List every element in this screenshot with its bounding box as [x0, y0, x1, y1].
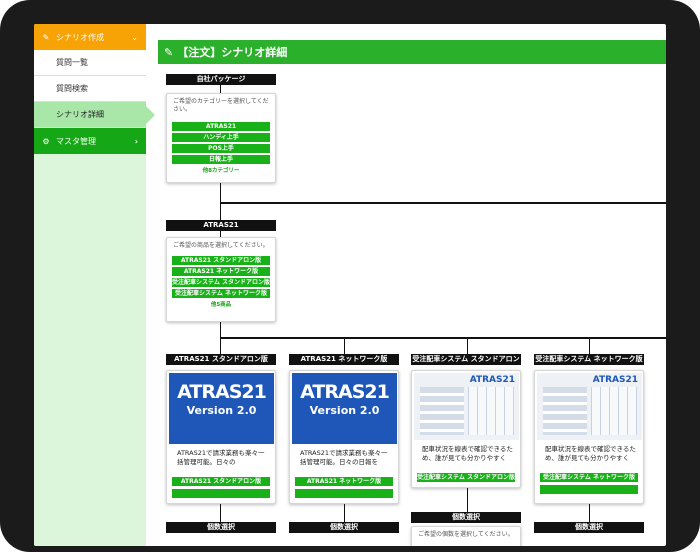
product-select-button[interactable]: ATRAS21 ネットワーク版	[295, 477, 393, 486]
connector-line	[220, 85, 221, 93]
connector-line	[220, 504, 221, 522]
product-description: 配車状況を線表で確認できるため、誰が見ても分かりやすく	[422, 445, 513, 462]
chevron-right-icon: ›	[134, 136, 138, 146]
product-header: 受注配車システム ネットワーク版	[534, 354, 644, 365]
more-products-link[interactable]: 他5商品	[167, 300, 275, 308]
device-frame: ✎ シナリオ作成 ⌄ 質問一覧 質問検索 シナリオ詳細 ⚙ マスタ管理 › ✎	[0, 0, 700, 552]
sidebar-header-scenario-create[interactable]: ✎ シナリオ作成 ⌄	[34, 24, 146, 50]
product-description: ATRAS21で請求業務も楽々一括管理可能。日々の日報を	[300, 449, 388, 466]
level2-header: ATRAS21	[166, 220, 276, 231]
product-option-button[interactable]: 受注配車システム ネットワーク版	[172, 289, 270, 298]
product-card: ATRAS21 配車状況を線表で確認できるため、誰が見ても分かりやすく 受注配車…	[411, 370, 521, 488]
main-content: ✎ 【注文】シナリオ詳細 自社パッケージ ご希望のカテゴリーを選択してください。…	[158, 24, 666, 546]
sidebar-item-question-search[interactable]: 質問検索	[34, 76, 146, 102]
product-header: 受注配車システム スタンドアロン版	[411, 354, 521, 374]
quantity-header: 個数選択	[166, 522, 276, 533]
product-screenshot-image: ATRAS21	[537, 373, 642, 440]
connector-line	[467, 488, 468, 512]
connector-line	[467, 337, 468, 354]
product-option-button[interactable]: ATRAS21 スタンドアロン版	[172, 256, 270, 265]
pencil-icon: ✎	[42, 32, 50, 42]
product-extra-button[interactable]	[295, 489, 393, 498]
quantity-header: 個数選択	[289, 522, 399, 533]
product-extra-button[interactable]	[540, 485, 638, 494]
product-select-button[interactable]: ATRAS21 スタンドアロン版	[172, 477, 270, 486]
product-option-button[interactable]: 受注配車システム スタンドアロン版	[172, 278, 270, 287]
product-image-title: ATRAS21	[469, 375, 515, 385]
page-title-bar: ✎ 【注文】シナリオ詳細	[158, 40, 666, 64]
product-description: ATRAS21で請求業務も楽々一括管理可能。日々の	[177, 449, 265, 466]
product-image-subtitle: Version 2.0	[186, 403, 257, 417]
quantity-card: ご希望の個数を選択してください。	[411, 526, 521, 546]
product-image-title: ATRAS21	[300, 381, 390, 403]
product-card: ATRAS21 配車状況を線表で確認できるため、誰が見ても分かりやすく 受注配車…	[534, 370, 644, 504]
category-prompt: ご希望のカテゴリーを選択してください。	[173, 98, 269, 113]
sidebar-header-label: シナリオ作成	[56, 32, 104, 42]
product-description: 配車状況を線表で確認できるため、誰が見ても分かりやすく	[545, 445, 636, 462]
screenshot-table-graphic	[543, 387, 587, 435]
quantity-prompt: ご希望の個数を選択してください。	[418, 531, 514, 538]
product-screenshot-image: ATRAS21	[414, 373, 519, 440]
connector-line	[344, 504, 345, 522]
connector-line	[589, 504, 590, 522]
gear-icon: ⚙	[42, 136, 50, 146]
sidebar-item-question-list[interactable]: 質問一覧	[34, 50, 146, 76]
product-extra-button[interactable]	[172, 489, 270, 498]
product-header: ATRAS21 スタンドアロン版	[166, 354, 276, 365]
sidebar-item-label: シナリオ詳細	[56, 110, 104, 119]
connector-line	[589, 337, 590, 354]
product-select-button[interactable]: 受注配車システム スタンドアロン版	[417, 473, 515, 482]
product-image: ATRAS21 Version 2.0	[169, 373, 274, 444]
sidebar-item-label: マスタ管理	[56, 136, 96, 146]
quantity-header: 個数選択	[411, 512, 521, 523]
product-image-subtitle: Version 2.0	[309, 403, 380, 417]
quantity-header: 個数選択	[534, 522, 644, 533]
connector-line	[220, 337, 666, 339]
screenshot-grid-graphic	[468, 387, 514, 435]
more-categories-link[interactable]: 他8カテゴリー	[167, 166, 275, 174]
product-option-button[interactable]: ATRAS21 ネットワーク版	[172, 267, 270, 276]
category-option-button[interactable]: POS上手	[172, 144, 270, 153]
sidebar-item-label: 質問検索	[56, 84, 88, 93]
product-image: ATRAS21 Version 2.0	[292, 373, 397, 444]
category-card: ご希望のカテゴリーを選択してください。 ATRAS21 ハンディ上手 POS上手…	[166, 93, 276, 183]
category-option-button[interactable]: ATRAS21	[172, 122, 270, 131]
product-card: ATRAS21 Version 2.0 ATRAS21で請求業務も楽々一括管理可…	[166, 370, 276, 504]
category-option-button[interactable]: 日報上手	[172, 155, 270, 164]
chevron-down-icon: ⌄	[131, 32, 138, 42]
product-card: ATRAS21 Version 2.0 ATRAS21で請求業務も楽々一括管理可…	[289, 370, 399, 504]
product-prompt: ご希望の商品を選択してください。	[173, 242, 269, 249]
screenshot-grid-graphic	[591, 387, 637, 435]
sidebar-item-label: 質問一覧	[56, 58, 88, 67]
pencil-icon: ✎	[164, 45, 174, 59]
product-image-title: ATRAS21	[592, 375, 638, 385]
sidebar-item-master[interactable]: ⚙ マスタ管理 ›	[34, 128, 146, 154]
page-title: 【注文】シナリオ詳細	[177, 46, 288, 59]
product-select-card: ご希望の商品を選択してください。 ATRAS21 スタンドアロン版 ATRAS2…	[166, 237, 276, 322]
product-header: ATRAS21 ネットワーク版	[289, 354, 399, 365]
sidebar: ✎ シナリオ作成 ⌄ 質問一覧 質問検索 シナリオ詳細 ⚙ マスタ管理 ›	[34, 24, 155, 546]
connector-line	[344, 337, 345, 354]
level1-header: 自社パッケージ	[166, 74, 276, 85]
category-option-button[interactable]: ハンディ上手	[172, 133, 270, 142]
connector-line	[220, 202, 666, 204]
screenshot-table-graphic	[420, 387, 464, 435]
screen: ✎ シナリオ作成 ⌄ 質問一覧 質問検索 シナリオ詳細 ⚙ マスタ管理 › ✎	[34, 24, 666, 546]
product-image-title: ATRAS21	[177, 381, 267, 403]
product-select-button[interactable]: 受注配車システム ネットワーク版	[540, 473, 638, 482]
sidebar-item-scenario-detail[interactable]: シナリオ詳細	[34, 102, 155, 128]
